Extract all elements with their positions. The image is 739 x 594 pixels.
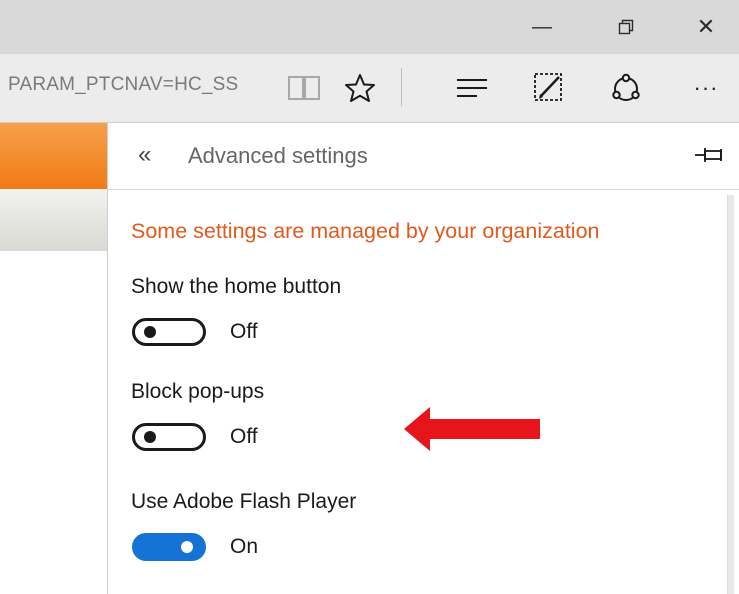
flash-player-state: On [230, 535, 259, 558]
close-button[interactable]: ✕ [676, 0, 736, 54]
minimize-icon: — [532, 15, 552, 38]
reading-view-button[interactable] [286, 70, 322, 106]
home-button-toggle[interactable] [132, 318, 206, 346]
title-bar: — ✕ [0, 0, 739, 54]
restore-icon [618, 19, 634, 35]
managed-notice: Some settings are managed by your organi… [131, 219, 600, 243]
favorite-star-icon [345, 74, 375, 102]
panel-title: Advanced settings [188, 143, 368, 168]
hub-icon [457, 79, 487, 97]
web-note-button[interactable] [531, 70, 567, 106]
address-bar-text[interactable]: PARAM_PTCNAV=HC_SS [8, 74, 238, 96]
page-header-strip [0, 123, 107, 189]
advanced-settings-panel: « Advanced settings Some settings are ma… [107, 123, 739, 594]
browser-toolbar: PARAM_PTCNAV=HC_SS ··· [0, 54, 739, 123]
favorite-button[interactable] [342, 70, 378, 106]
reading-view-icon [288, 76, 320, 100]
web-note-icon [534, 73, 562, 101]
toggle-knob [181, 541, 193, 553]
panel-scrollbar[interactable] [727, 195, 734, 594]
red-arrow-icon [404, 407, 540, 451]
pin-icon [695, 148, 722, 162]
toolbar-separator [401, 68, 402, 106]
back-chevron-icon[interactable]: « [138, 141, 151, 169]
block-popups-toggle[interactable] [132, 423, 206, 451]
close-icon: ✕ [696, 14, 716, 39]
more-button[interactable]: ··· [688, 70, 724, 106]
setting-label-block-popups: Block pop-ups [131, 380, 265, 403]
share-icon [612, 73, 640, 101]
block-popups-state: Off [230, 425, 258, 448]
annotation-arrow [404, 405, 544, 458]
pin-button[interactable] [694, 145, 724, 170]
restore-button[interactable] [596, 0, 656, 54]
toggle-knob [144, 326, 156, 338]
hub-button[interactable] [454, 70, 490, 106]
panel-header: « Advanced settings [108, 123, 739, 190]
page-nav-strip [0, 189, 107, 251]
setting-label-home-button: Show the home button [131, 275, 342, 298]
minimize-button[interactable]: — [512, 0, 572, 54]
more-icon: ··· [693, 75, 719, 100]
home-button-state: Off [230, 320, 258, 343]
flash-player-toggle[interactable] [132, 533, 206, 561]
toggle-knob [144, 431, 156, 443]
setting-label-flash-player: Use Adobe Flash Player [131, 490, 357, 513]
share-button[interactable] [608, 70, 644, 106]
